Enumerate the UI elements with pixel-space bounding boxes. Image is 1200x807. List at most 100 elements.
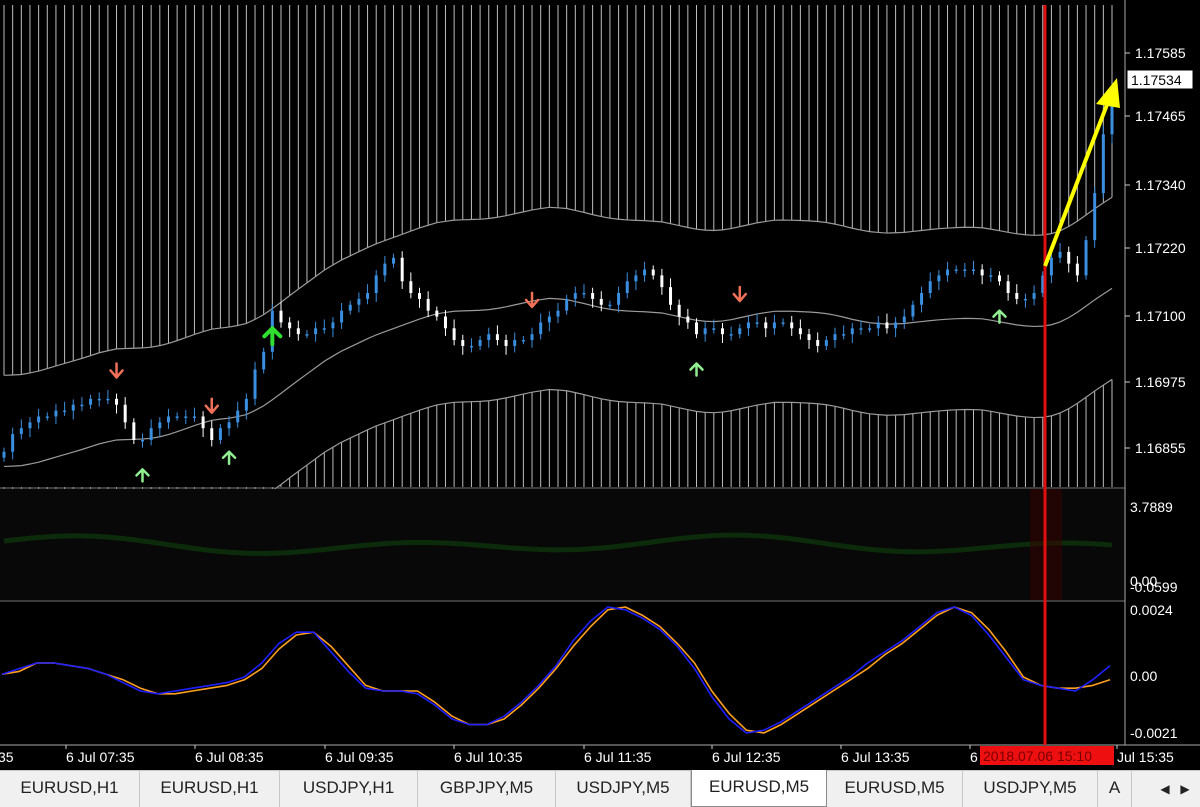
candle-body bbox=[340, 310, 344, 323]
candle-body bbox=[720, 328, 724, 335]
candle-body bbox=[1093, 193, 1097, 241]
candle-body bbox=[573, 293, 577, 299]
candle-body bbox=[175, 416, 179, 418]
candle-body bbox=[660, 275, 664, 288]
candle-body bbox=[487, 334, 491, 341]
candle-body bbox=[1067, 251, 1071, 264]
candle-body bbox=[911, 304, 915, 317]
candle-body bbox=[625, 281, 629, 294]
candle-body bbox=[617, 293, 621, 305]
candle-body bbox=[244, 398, 248, 411]
candle-body bbox=[426, 298, 430, 311]
candle-body bbox=[11, 434, 15, 452]
candle-body bbox=[651, 269, 655, 276]
symbol-tab-4[interactable]: GBPJPY,M5 bbox=[418, 771, 556, 807]
symbol-tab-bar: EURUSD,H1 EURUSD,H1 USDJPY,H1 GBPJPY,M5 USDJ… bbox=[0, 770, 1200, 807]
candle-body bbox=[495, 334, 499, 341]
candle-body bbox=[972, 269, 975, 272]
chart-svg[interactable]: 1.17585 1.17465 1.17340 1.17220 1.17100 1.169… bbox=[0, 0, 1200, 770]
candle-body bbox=[478, 340, 482, 346]
symbol-tab-6[interactable]: EURUSD,M5 bbox=[691, 770, 827, 807]
candle-body bbox=[2, 451, 6, 458]
symbol-tab-1[interactable]: EURUSD,H1 bbox=[0, 771, 140, 807]
candle-body bbox=[937, 275, 941, 282]
candle-body bbox=[123, 404, 127, 423]
candle-body bbox=[236, 410, 240, 423]
candle-body bbox=[89, 398, 93, 405]
time-axis-label: 35 bbox=[0, 749, 14, 765]
candle-body bbox=[833, 334, 837, 341]
time-axis-label: 6 Jul 07:35 bbox=[66, 749, 135, 765]
candle-body bbox=[859, 328, 863, 330]
candle-body bbox=[37, 416, 41, 423]
candle-body bbox=[530, 334, 534, 341]
candle-body bbox=[262, 351, 266, 370]
indicator-2-axis-label: -0.0021 bbox=[1130, 725, 1178, 741]
symbol-tab-9[interactable]: A bbox=[1098, 771, 1132, 807]
candle-body bbox=[210, 428, 214, 440]
candle-body bbox=[556, 310, 560, 317]
symbol-tab-2[interactable]: EURUSD,H1 bbox=[140, 771, 280, 807]
candle-body bbox=[928, 281, 932, 294]
candle-body bbox=[772, 322, 776, 329]
price-axis-label: 1.17220 bbox=[1135, 240, 1186, 256]
candle-body bbox=[504, 340, 508, 346]
candle-body bbox=[746, 322, 750, 329]
time-axis-label: Jul 15:35 bbox=[1117, 749, 1174, 765]
time-axis-label: 6 Jul 13:35 bbox=[841, 749, 910, 765]
candle-body bbox=[963, 269, 967, 272]
candle-body bbox=[322, 328, 326, 330]
time-axis-label: 6 Jul 10:35 bbox=[454, 749, 523, 765]
candle-body bbox=[591, 293, 595, 299]
candle-body bbox=[539, 322, 543, 335]
price-axis-label: 1.17340 bbox=[1135, 177, 1186, 193]
symbol-tab-5[interactable]: USDJPY,M5 bbox=[556, 771, 691, 807]
candle-body bbox=[435, 310, 439, 317]
price-axis-label: 1.16855 bbox=[1135, 440, 1186, 456]
candle-body bbox=[314, 328, 318, 335]
candle-body bbox=[703, 328, 707, 335]
candle-body bbox=[80, 404, 84, 407]
candle-body bbox=[45, 416, 49, 418]
symbol-tab-8[interactable]: USDJPY,M5 bbox=[963, 771, 1098, 807]
candle-body bbox=[565, 298, 569, 311]
chart-area[interactable]: 1.17585 1.17465 1.17340 1.17220 1.17100 1.169… bbox=[0, 0, 1200, 770]
candle-body bbox=[192, 416, 196, 418]
price-axis-label: 1.17100 bbox=[1135, 308, 1186, 324]
candle-body bbox=[790, 322, 794, 329]
candle-body bbox=[669, 287, 673, 305]
indicator-2-axis-label: 0.0024 bbox=[1130, 602, 1173, 618]
candle-body bbox=[19, 428, 23, 435]
candle-body bbox=[392, 257, 396, 264]
candle-body bbox=[400, 257, 404, 282]
candle-body bbox=[643, 269, 647, 276]
candle-body bbox=[842, 334, 846, 336]
candle-body bbox=[227, 422, 231, 429]
candle-body bbox=[158, 422, 162, 429]
candle-body bbox=[374, 275, 378, 294]
symbol-tab-7[interactable]: EURUSD,M5 bbox=[827, 771, 963, 807]
candle-body bbox=[695, 322, 698, 335]
time-axis-label: 6 Jul 09:35 bbox=[325, 749, 394, 765]
candle-body bbox=[132, 422, 136, 440]
candle-body bbox=[218, 428, 222, 440]
candle-body bbox=[729, 334, 733, 336]
candle-body bbox=[980, 269, 984, 276]
symbol-tab-3[interactable]: USDJPY,H1 bbox=[280, 771, 418, 807]
candle-body bbox=[452, 328, 456, 341]
candle-body bbox=[513, 340, 517, 346]
candle-body bbox=[184, 416, 188, 418]
tab-scroll-right-button[interactable]: ▶ bbox=[1178, 777, 1192, 801]
candle-body bbox=[1101, 134, 1105, 194]
candle-body bbox=[71, 404, 75, 411]
candle-body bbox=[443, 316, 447, 329]
candle-body bbox=[824, 340, 828, 346]
indicator-1-axis-label: -0.0599 bbox=[1130, 579, 1178, 595]
tab-scroll-left-button[interactable]: ◀ bbox=[1158, 777, 1172, 801]
candle-body bbox=[469, 345, 473, 348]
candle-body bbox=[1032, 293, 1036, 299]
candle-body bbox=[1075, 263, 1079, 276]
candle-body bbox=[954, 269, 958, 272]
candle-body bbox=[149, 428, 153, 440]
candle-body bbox=[28, 422, 32, 429]
